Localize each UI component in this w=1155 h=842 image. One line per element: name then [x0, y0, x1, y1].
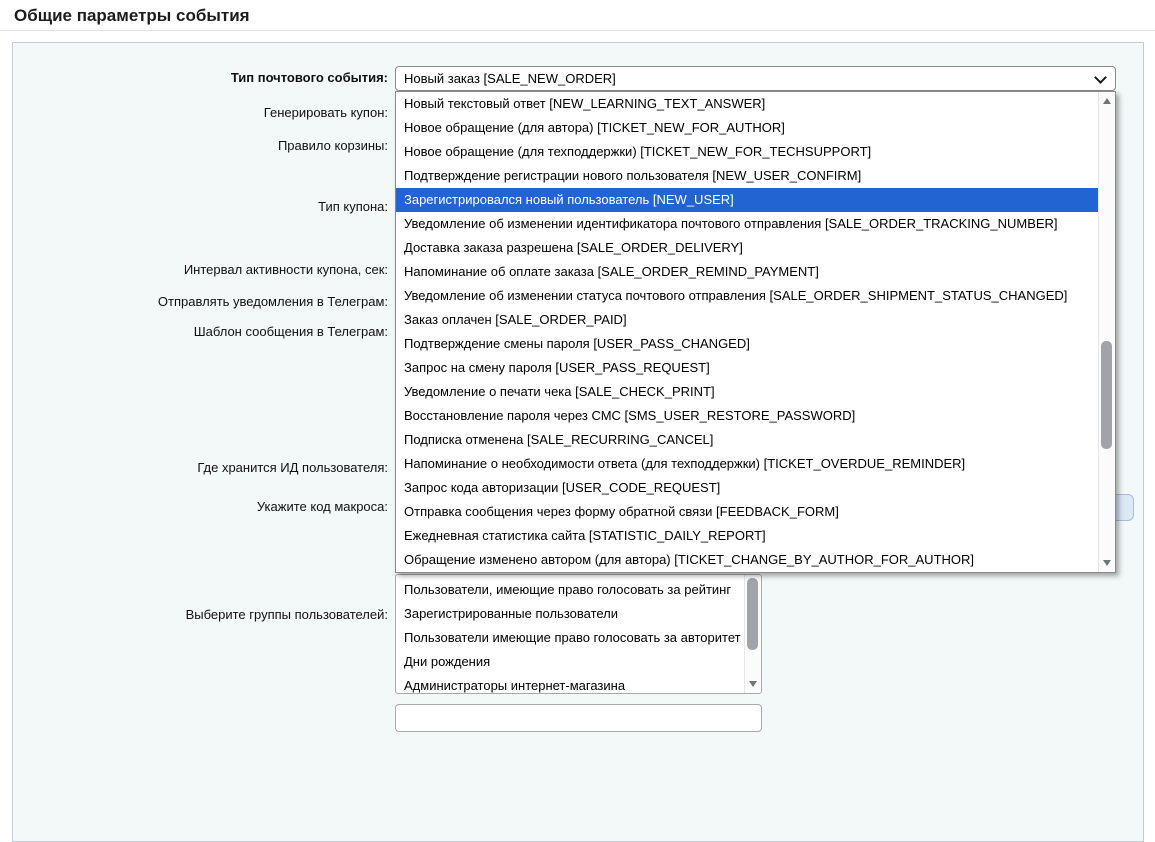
- dropdown-option[interactable]: Восстановление пароля через СМС [SMS_USE…: [396, 404, 1098, 428]
- dropdown-scroll-up-button[interactable]: [1099, 94, 1115, 108]
- dropdown-option[interactable]: Новое обращение (для автора) [TICKET_NEW…: [396, 116, 1098, 140]
- title-separator: [0, 30, 1155, 31]
- field-label-telegram-notify: Отправлять уведомления в Телеграм:: [0, 294, 388, 310]
- dropdown-option[interactable]: Уведомление об изменении статуса почтово…: [396, 284, 1098, 308]
- field-label-telegram-template: Шаблон сообщения в Телеграм:: [0, 324, 388, 340]
- dropdown-option[interactable]: Доставка заказа разрешена [SALE_ORDER_DE…: [396, 236, 1098, 260]
- dropdown-option[interactable]: Напоминание о необходимости ответа (для …: [396, 452, 1098, 476]
- dropdown-option[interactable]: Ежедневная статистика сайта [STATISTIC_D…: [396, 524, 1098, 548]
- dropdown-option[interactable]: Подтверждение смены пароля [USER_PASS_CH…: [396, 332, 1098, 356]
- page-title: Общие параметры события: [14, 6, 250, 26]
- event-type-dropdown: Новый текстовый ответ [NEW_LEARNING_TEXT…: [395, 91, 1116, 573]
- field-label-user-groups: Выберите группы пользователей:: [0, 607, 388, 623]
- field-label-coupon-type: Тип купона:: [0, 199, 388, 215]
- dropdown-scrollbar-thumb[interactable]: [1101, 341, 1112, 449]
- dropdown-option[interactable]: Запрос на смену пароля [USER_PASS_REQUES…: [396, 356, 1098, 380]
- dropdown-option[interactable]: Отправка сообщения через форму обратной …: [396, 500, 1098, 524]
- dropdown-option[interactable]: Уведомление о печати чека [SALE_CHECK_PR…: [396, 380, 1098, 404]
- dropdown-option[interactable]: Напоминание об оплате заказа [SALE_ORDER…: [396, 260, 1098, 284]
- event-type-options: Новый текстовый ответ [NEW_LEARNING_TEXT…: [396, 92, 1098, 572]
- dropdown-scroll-down-button[interactable]: [1099, 556, 1115, 570]
- dropdown-option[interactable]: Обращение изменено автором (для автора) …: [396, 548, 1098, 572]
- triangle-down-icon: [749, 681, 757, 687]
- dropdown-option[interactable]: Новое обращение (для техподдержки) [TICK…: [396, 140, 1098, 164]
- user-groups-options: Пользователи, имеющие право голосовать з…: [396, 578, 744, 694]
- field-label-event-type: Тип почтового события:: [0, 70, 388, 86]
- dropdown-option[interactable]: Новый текстовый ответ [NEW_LEARNING_TEXT…: [396, 92, 1098, 116]
- event-type-select[interactable]: Новый заказ [SALE_NEW_ORDER]: [395, 66, 1116, 91]
- field-label-macro-code: Укажите код макроса:: [0, 499, 388, 515]
- triangle-down-icon: [1103, 560, 1111, 566]
- field-label-generate-coupon: Генерировать купон:: [0, 105, 388, 121]
- listbox-scrollbar-thumb[interactable]: [747, 578, 758, 650]
- dropdown-option[interactable]: Зарегистрировался новый пользователь [NE…: [396, 188, 1098, 212]
- dropdown-option[interactable]: Подтверждение регистрации нового пользов…: [396, 164, 1098, 188]
- user-group-option[interactable]: Пользователи, имеющие право голосовать з…: [396, 578, 744, 602]
- user-group-option[interactable]: Зарегистрированные пользователи: [396, 602, 744, 626]
- listbox-scrollbar[interactable]: [744, 575, 761, 693]
- triangle-up-icon: [1103, 98, 1111, 104]
- listbox-scroll-down-button[interactable]: [745, 677, 761, 691]
- field-label-user-id-storage: Где хранится ИД пользователя:: [0, 460, 388, 476]
- dropdown-option[interactable]: Подписка отменена [SALE_RECURRING_CANCEL…: [396, 428, 1098, 452]
- user-group-option[interactable]: Дни рождения: [396, 650, 744, 674]
- user-group-option[interactable]: Администраторы интернет-магазина: [396, 674, 744, 694]
- chevron-down-icon: [1094, 71, 1107, 84]
- field-label-basket-rule: Правило корзины:: [0, 138, 388, 154]
- user-group-option[interactable]: Пользователи имеющие право голосовать за…: [396, 626, 744, 650]
- field-label-coupon-interval: Интервал активности купона, сек:: [0, 262, 388, 278]
- event-type-select-value: Новый заказ [SALE_NEW_ORDER]: [404, 67, 616, 90]
- dropdown-option[interactable]: Заказ оплачен [SALE_ORDER_PAID]: [396, 308, 1098, 332]
- dropdown-scrollbar[interactable]: [1098, 92, 1115, 572]
- user-groups-listbox[interactable]: Пользователи, имеющие право голосовать з…: [395, 574, 762, 694]
- dropdown-option[interactable]: Уведомление об изменении идентификатора …: [396, 212, 1098, 236]
- dropdown-option[interactable]: Запрос кода авторизации [USER_CODE_REQUE…: [396, 476, 1098, 500]
- next-field-box[interactable]: [395, 704, 762, 732]
